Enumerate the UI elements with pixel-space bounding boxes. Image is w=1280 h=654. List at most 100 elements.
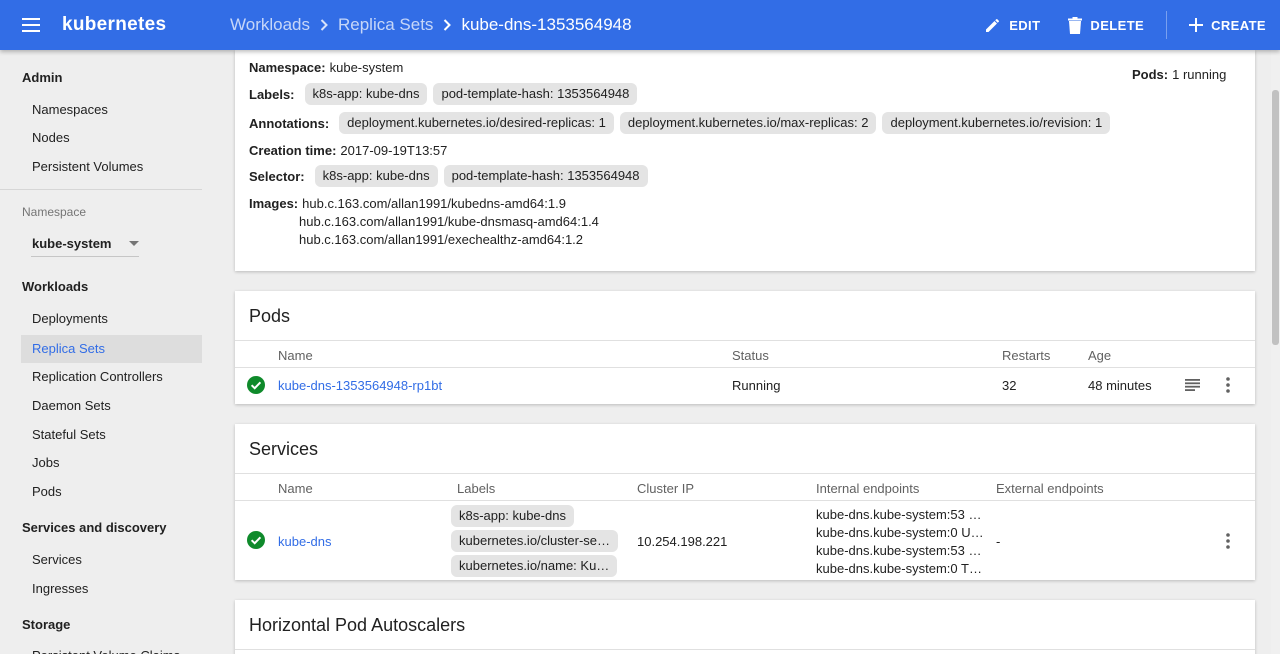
annotations-key: Annotations: — [249, 115, 330, 131]
sidebar-item-jobs[interactable]: Jobs — [21, 449, 202, 477]
labels-key: Labels: — [249, 86, 295, 102]
pods-count-key: Pods: — [1132, 67, 1169, 82]
breadcrumb-current: kube-dns-1353564948 — [461, 15, 632, 34]
chevron-right-icon — [443, 19, 452, 31]
selector-chip: k8s-app: kube-dns — [314, 165, 438, 187]
more-vert-icon[interactable] — [1226, 533, 1230, 549]
dropdown-arrow-icon — [129, 240, 139, 246]
divider — [235, 649, 1255, 650]
divider — [235, 367, 1255, 368]
sidebar-item-persistent-volume-claims[interactable]: Persistent Volume Claims — [21, 642, 202, 654]
logs-icon[interactable] — [1185, 379, 1200, 391]
top-app-bar: kubernetes Workloads Replica Sets kube-d… — [0, 0, 1280, 50]
sidebar-heading-storage[interactable]: Storage — [22, 617, 70, 632]
toolbar-divider — [1166, 11, 1168, 39]
annotation-chip: deployment.kubernetes.io/revision: 1 — [882, 112, 1111, 134]
create-button[interactable]: CREATE — [1175, 0, 1280, 50]
namespace-key: Namespace: — [249, 60, 326, 75]
service-external-endpoints: - — [996, 534, 1001, 549]
check-circle-icon — [247, 376, 265, 394]
sidebar-item-ingresses[interactable]: Ingresses — [21, 575, 202, 603]
selector-key: Selector: — [249, 168, 305, 184]
column-header-restarts[interactable]: Restarts — [1002, 348, 1050, 363]
service-label-chip: k8s-app: kube-dns — [451, 505, 574, 527]
sidebar-item-persistent-volumes[interactable]: Persistent Volumes — [21, 153, 202, 181]
sidebar-item-daemon-sets[interactable]: Daemon Sets — [21, 392, 202, 420]
selector-row: Selector: k8s-app: kube-dns pod-template… — [249, 165, 648, 187]
column-header-age[interactable]: Age — [1088, 348, 1111, 363]
pod-restarts: 32 — [1002, 378, 1017, 393]
sidebar-item-pods[interactable]: Pods — [21, 478, 202, 506]
sidebar-item-deployments[interactable]: Deployments — [21, 305, 202, 333]
annotation-chip: deployment.kubernetes.io/desired-replica… — [339, 112, 614, 134]
creation-time-key: Creation time: — [249, 143, 337, 158]
menu-icon[interactable] — [0, 0, 62, 50]
column-header-cluster-ip: Cluster IP — [637, 481, 695, 496]
pods-count-value: 1 running — [1172, 67, 1227, 82]
column-header-external-endpoints: External endpoints — [996, 481, 1104, 496]
pod-status: Running — [732, 378, 781, 393]
image-line: hub.c.163.com/allan1991/kube-dnsmasq-amd… — [299, 214, 599, 229]
hpa-title: Horizontal Pod Autoscalers — [249, 615, 466, 635]
sidebar-item-nodes[interactable]: Nodes — [21, 124, 202, 152]
service-cluster-ip: 10.254.198.221 — [637, 534, 728, 549]
service-label-chip: kubernetes.io/cluster-se… — [451, 530, 619, 552]
trash-icon — [1068, 16, 1083, 34]
plus-icon — [1189, 18, 1204, 32]
images-key: Images: — [249, 196, 299, 211]
column-header-name[interactable]: Name — [278, 481, 313, 496]
scrollbar-thumb[interactable] — [1272, 90, 1279, 345]
internal-endpoint: kube-dns.kube-system:0 U… — [816, 525, 984, 540]
delete-label: DELETE — [1090, 17, 1145, 33]
check-circle-icon — [247, 531, 265, 549]
service-label-chip: kubernetes.io/name: Ku… — [451, 555, 618, 577]
app-logo[interactable]: kubernetes — [62, 14, 230, 36]
label-chip: pod-template-hash: 1353564948 — [433, 83, 638, 105]
breadcrumb-workloads[interactable]: Workloads — [230, 15, 310, 35]
sidebar-heading-services[interactable]: Services and discovery — [22, 520, 167, 535]
sidebar-item-stateful-sets[interactable]: Stateful Sets — [21, 421, 202, 449]
sidebar-item-services[interactable]: Services — [21, 546, 202, 574]
namespace-select[interactable]: kube-system — [31, 230, 139, 257]
namespace-row: Namespace: kube-system — [249, 60, 403, 75]
column-header-name[interactable]: Name — [278, 348, 313, 363]
annotation-chip: deployment.kubernetes.io/max-replicas: 2 — [619, 112, 877, 134]
services-title: Services — [249, 439, 319, 459]
pods-card: Pods Name Status Restarts Age kube-dns-1… — [235, 291, 1255, 404]
sidebar-divider — [0, 189, 202, 190]
annotations-row: Annotations: deployment.kubernetes.io/de… — [249, 112, 1111, 134]
breadcrumb: Workloads Replica Sets kube-dns-13535649… — [230, 15, 971, 35]
images-row: Images: hub.c.163.com/allan1991/kubedns-… — [249, 196, 566, 211]
pod-age: 48 minutes — [1088, 378, 1152, 393]
divider — [235, 340, 1255, 341]
pods-count-row: Pods: 1 running — [1132, 67, 1226, 82]
creation-time-value: 2017-09-19T13:57 — [340, 143, 448, 158]
breadcrumb-replica-sets[interactable]: Replica Sets — [338, 15, 433, 35]
namespace-value: kube-system — [32, 235, 112, 251]
column-header-internal-endpoints: Internal endpoints — [816, 481, 920, 496]
selector-chip: pod-template-hash: 1353564948 — [443, 165, 648, 187]
edit-label: EDIT — [1009, 17, 1041, 33]
sidebar-item-namespaces[interactable]: Namespaces — [21, 96, 202, 124]
more-vert-icon[interactable] — [1226, 377, 1230, 393]
delete-button[interactable]: DELETE — [1054, 0, 1158, 50]
details-card: Namespace: kube-system Pods: 1 running L… — [235, 50, 1255, 271]
sidebar-heading-admin[interactable]: Admin — [22, 70, 62, 85]
label-chip: k8s-app: kube-dns — [304, 83, 428, 105]
namespace-label: Namespace — [22, 205, 87, 219]
creation-time-row: Creation time: 2017-09-19T13:57 — [249, 143, 447, 158]
sidebar-heading-workloads[interactable]: Workloads — [22, 279, 88, 294]
internal-endpoint: kube-dns.kube-system:0 T… — [816, 561, 982, 576]
sidebar-item-replication-controllers[interactable]: Replication Controllers — [21, 363, 202, 391]
edit-icon — [986, 18, 1000, 32]
namespace-value-text: kube-system — [329, 60, 404, 75]
internal-endpoint: kube-dns.kube-system:53 … — [816, 543, 982, 558]
sidebar-item-replica-sets[interactable]: Replica Sets — [21, 335, 202, 363]
internal-endpoint: kube-dns.kube-system:53 … — [816, 507, 982, 522]
pod-name-link[interactable]: kube-dns-1353564948-rp1bt — [278, 378, 442, 393]
services-card: Services Name Labels Cluster IP Internal… — [235, 424, 1255, 580]
service-name-link[interactable]: kube-dns — [278, 534, 331, 549]
edit-button[interactable]: EDIT — [971, 0, 1054, 50]
create-label: CREATE — [1211, 17, 1266, 33]
column-header-status[interactable]: Status — [732, 348, 769, 363]
